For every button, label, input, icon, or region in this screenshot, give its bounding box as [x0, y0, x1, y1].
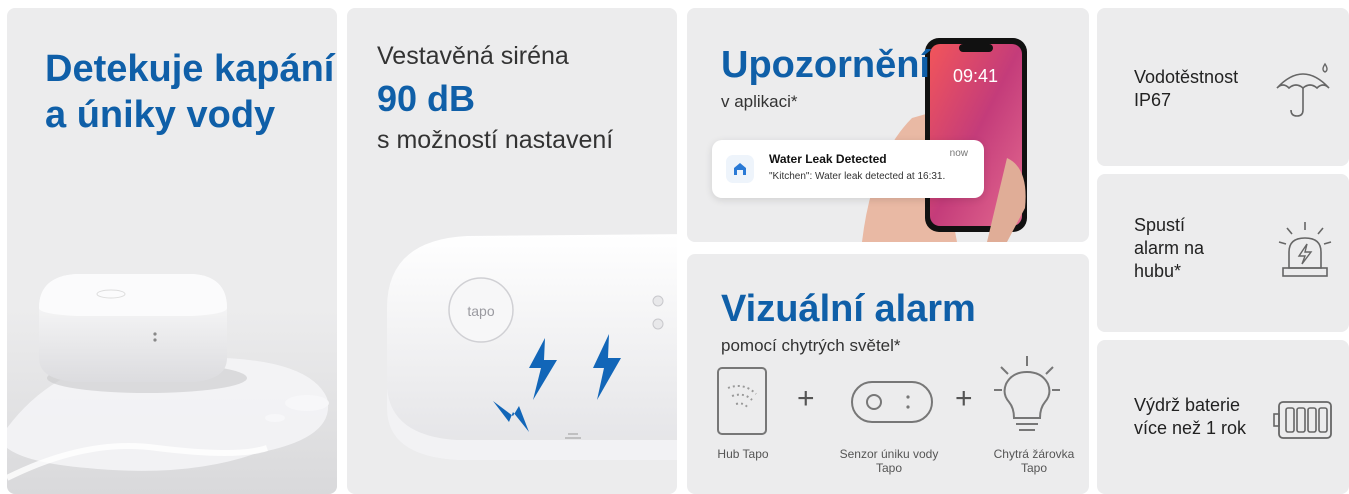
- notify-title: Upozornění: [721, 44, 930, 86]
- plus-icon-2: +: [955, 382, 973, 415]
- waterproof-text: Vodotěstnost IP67: [1134, 67, 1239, 110]
- feature-battery: Výdrž baterie více než 1 rok: [1097, 340, 1349, 494]
- bulb-icon: [994, 356, 1060, 431]
- hub-alarm-text: Spustí alarm na hubu*: [1134, 215, 1205, 281]
- tapo-logo: tapo: [467, 303, 495, 319]
- caption-bulb: Chytrá žárovka Tapo: [993, 447, 1075, 475]
- notification-panel: 09:41 Upozornění v aplikaci* Water Leak …: [687, 8, 1089, 242]
- plus-icon-1: +: [797, 382, 815, 415]
- notification-title: Water Leak Detected: [769, 152, 887, 166]
- battery-icon: [1273, 401, 1332, 439]
- battery-text: Výdrž baterie více než 1 rok: [1134, 395, 1247, 438]
- visual-alarm-panel: Vizuální alarm pomocí chytrých světel* +…: [687, 254, 1089, 494]
- feature-hub-alarm: Spustí alarm na hubu*: [1097, 174, 1349, 332]
- notify-subtitle: v aplikaci*: [721, 92, 798, 111]
- notification-card[interactable]: Water Leak Detected "Kitchen": Water lea…: [712, 140, 984, 198]
- caption-sensor: Senzor úniku vody Tapo: [839, 447, 939, 475]
- caption-hub: Hub Tapo: [717, 447, 769, 461]
- umbrella-icon: [1276, 62, 1330, 117]
- notification-time: now: [949, 148, 968, 159]
- tapo-app-icon: [726, 155, 754, 183]
- hub-device-illustration: [387, 234, 677, 460]
- visual-alarm-title: Vizuální alarm: [721, 288, 976, 330]
- notification-body: "Kitchen": Water leak detected at 16:31.: [769, 171, 946, 182]
- feature-waterproof: Vodotěstnost IP67: [1097, 8, 1349, 166]
- leak-sensor-illustration: [7, 274, 337, 494]
- phone-time: 09:41: [953, 66, 999, 86]
- sensor-icon: [851, 381, 933, 423]
- siren-icon: [1278, 222, 1332, 277]
- siren-panel: Vestavěná siréna 90 dB s možností nastav…: [347, 8, 677, 494]
- leak-detection-panel: Detekuje kapání a úniky vody: [7, 8, 337, 494]
- visual-alarm-subtitle: pomocí chytrých světel*: [721, 336, 901, 355]
- hub-icon: [717, 367, 767, 435]
